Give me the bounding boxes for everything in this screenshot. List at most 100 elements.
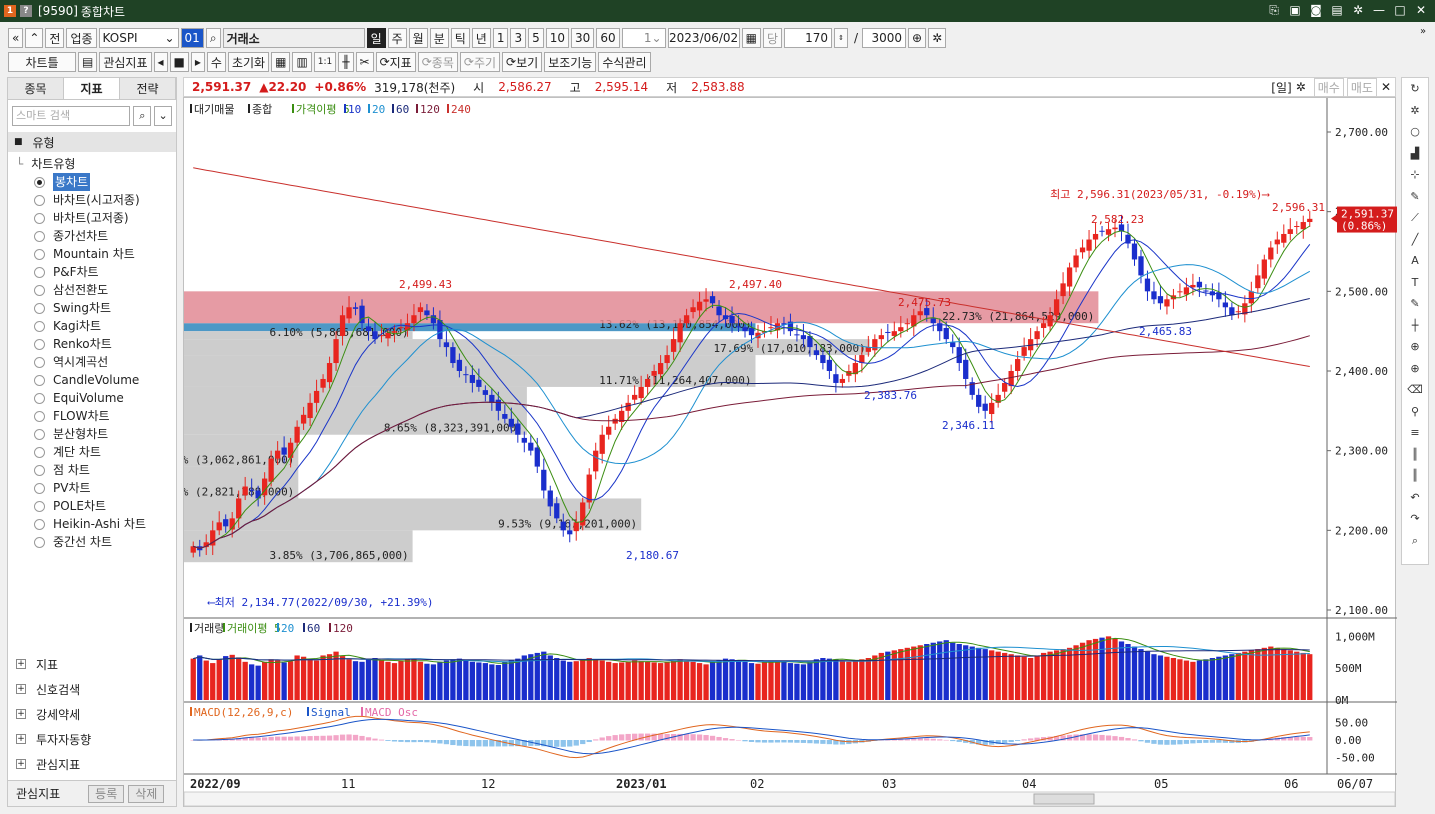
radio-icon[interactable] — [34, 320, 45, 332]
candle-icon[interactable]: ┼ — [1402, 315, 1428, 337]
chart-type-item[interactable]: 종가선차트 — [16, 227, 176, 245]
section-1[interactable]: + 신호검색 — [16, 679, 80, 699]
collapse-icon[interactable]: » — [1420, 26, 1426, 37]
chart-type-item[interactable]: FLOW차트 — [16, 407, 176, 425]
aux-function-button[interactable]: 보조기능 — [544, 52, 597, 72]
radio-icon[interactable] — [34, 374, 45, 386]
tab-indicators[interactable]: 지표 — [64, 78, 120, 99]
radio-icon[interactable] — [34, 212, 45, 224]
chart-type-item[interactable]: 중간선 차트 — [16, 533, 176, 551]
reset-button[interactable]: 초기화 — [227, 52, 270, 72]
interval-3[interactable]: 3 — [510, 28, 527, 48]
chart-type-item[interactable]: Heikin-Ashi 차트 — [16, 515, 176, 533]
floppy-icon[interactable]: ▤ — [78, 52, 98, 72]
parallel2-icon[interactable]: ║ — [1402, 465, 1428, 487]
section-2[interactable]: + 강세약세 — [16, 704, 80, 724]
nav-first-button[interactable]: « — [8, 28, 24, 48]
chart-frame-button[interactable]: 차트틀 — [8, 52, 76, 72]
tab-strategy[interactable]: 전략 — [120, 78, 176, 99]
radio-icon[interactable] — [34, 464, 45, 476]
crosshair-icon[interactable]: ⊹ — [1402, 164, 1428, 186]
interval-count-select[interactable]: 1 ⌄ — [621, 28, 666, 48]
spinner-icon[interactable]: ⇕ — [834, 28, 848, 48]
type-header[interactable]: ■ 유형 — [8, 132, 176, 152]
radio-icon[interactable] — [34, 482, 45, 494]
stop-icon[interactable]: ■ — [169, 52, 189, 72]
line-icon[interactable]: ⟋ — [1402, 207, 1428, 229]
camera-icon[interactable]: ◙ — [1308, 2, 1324, 18]
zoom-in-icon[interactable]: ⊕ — [1402, 336, 1428, 358]
refresh-icon[interactable]: ↻ — [1402, 78, 1428, 100]
radio-icon[interactable] — [34, 248, 45, 260]
stocks-button[interactable]: ⟳ 종목 — [417, 52, 458, 72]
bar-count-field[interactable]: 170 — [784, 28, 832, 48]
save-icon[interactable]: ▣ — [1287, 2, 1303, 18]
gear-icon[interactable]: ✲ — [1296, 80, 1306, 94]
section-4[interactable]: + 관심지표 — [16, 754, 80, 774]
close-icon[interactable]: ✕ — [1413, 2, 1429, 18]
interval-30[interactable]: 30 — [571, 28, 595, 48]
market-select[interactable]: KOSPI ⌄ — [98, 28, 179, 48]
radio-icon[interactable] — [34, 518, 45, 530]
register-button[interactable]: 등록 — [88, 784, 125, 803]
chart-type-item[interactable]: 삼선전환도 — [16, 281, 176, 299]
chart-type-item[interactable]: Mountain 차트 — [16, 245, 176, 263]
indicator-button[interactable]: ⟳ 지표 — [375, 52, 416, 72]
gear-icon[interactable]: ✲ — [928, 28, 947, 48]
bar-icon[interactable]: ▟ — [1402, 143, 1428, 165]
radio-icon[interactable] — [34, 338, 45, 350]
period-minute[interactable]: 분 — [429, 28, 449, 48]
gear-icon[interactable]: ✲ — [1402, 100, 1428, 122]
chart-type-item[interactable]: Kagi차트 — [16, 317, 176, 335]
chart-type-item[interactable]: 점 차트 — [16, 461, 176, 479]
search-icon[interactable]: ⌕ — [1402, 530, 1428, 552]
delete-button[interactable]: 삭제 — [128, 784, 165, 803]
ratio-icon[interactable]: 1:1 — [313, 52, 337, 72]
arrow-right-icon[interactable]: ▸ — [190, 52, 205, 72]
code-button[interactable]: 01 — [180, 28, 204, 48]
chart-type-item[interactable]: P&F차트 — [16, 263, 176, 281]
grid-icon[interactable]: ▦ — [271, 52, 291, 72]
radio-icon[interactable] — [34, 230, 45, 242]
note-icon[interactable]: ✎ — [1402, 293, 1428, 315]
candle-icon[interactable]: ╫ — [338, 52, 354, 72]
print-icon[interactable]: ▤ — [1329, 2, 1345, 18]
chart-type-item[interactable]: CandleVolume — [16, 371, 176, 389]
help-icon[interactable]: ? — [20, 5, 32, 17]
prev-button[interactable]: 전 — [45, 28, 65, 48]
pen-icon[interactable]: ✎ — [1402, 186, 1428, 208]
eraser-icon[interactable]: ⌫ — [1402, 379, 1428, 401]
scissors-icon[interactable]: ✂ — [355, 52, 374, 72]
current-button[interactable]: 당 — [762, 28, 782, 48]
auto-icon[interactable]: A — [1402, 250, 1428, 272]
section-3[interactable]: + 투자자동향 — [16, 729, 91, 749]
search-icon[interactable]: ⌕ — [133, 106, 152, 126]
chart-type-item[interactable]: 바차트(고저종) — [16, 209, 176, 227]
period-year[interactable]: 년 — [471, 28, 491, 48]
calendar-icon[interactable]: ▦ — [741, 28, 761, 48]
section-0[interactable]: + 지표 — [16, 654, 58, 674]
interval-1[interactable]: 1 — [492, 28, 509, 48]
chart-type-item[interactable]: Renko차트 — [16, 335, 176, 353]
radio-icon[interactable] — [34, 176, 45, 188]
chevron-down-icon[interactable]: ⌄ — [154, 106, 172, 126]
trend-line-icon[interactable]: ╱ — [1402, 229, 1428, 251]
max-bars-field[interactable]: 3000 — [862, 28, 907, 48]
nav-up-button[interactable]: ⌃ — [25, 28, 44, 48]
chart-area[interactable]: 2,700.002,600.002,500.002,400.002,300.00… — [183, 97, 1397, 807]
close-icon[interactable]: ✕ — [1381, 80, 1391, 94]
radio-icon[interactable] — [34, 446, 45, 458]
sell-button[interactable]: 매도 — [1346, 77, 1377, 97]
redo-icon[interactable]: ↷ — [1402, 508, 1428, 530]
minimize-icon[interactable]: — — [1371, 2, 1387, 18]
chart-type-item[interactable]: 바차트(시고저종) — [16, 191, 176, 209]
search-icon[interactable]: ⌕ — [205, 28, 221, 48]
su-button[interactable]: 수 — [206, 52, 226, 72]
link-icon[interactable]: ⎘ — [1266, 2, 1282, 18]
magnet-icon[interactable]: ⚲ — [1402, 401, 1428, 423]
radio-icon[interactable] — [34, 410, 45, 422]
market-type-button[interactable]: 업종 — [66, 28, 97, 48]
arrow-left-icon[interactable]: ◂ — [153, 52, 168, 72]
view-button[interactable]: ⟳ 보기 — [502, 52, 543, 72]
chart-type-item[interactable]: 분산형차트 — [16, 425, 176, 443]
